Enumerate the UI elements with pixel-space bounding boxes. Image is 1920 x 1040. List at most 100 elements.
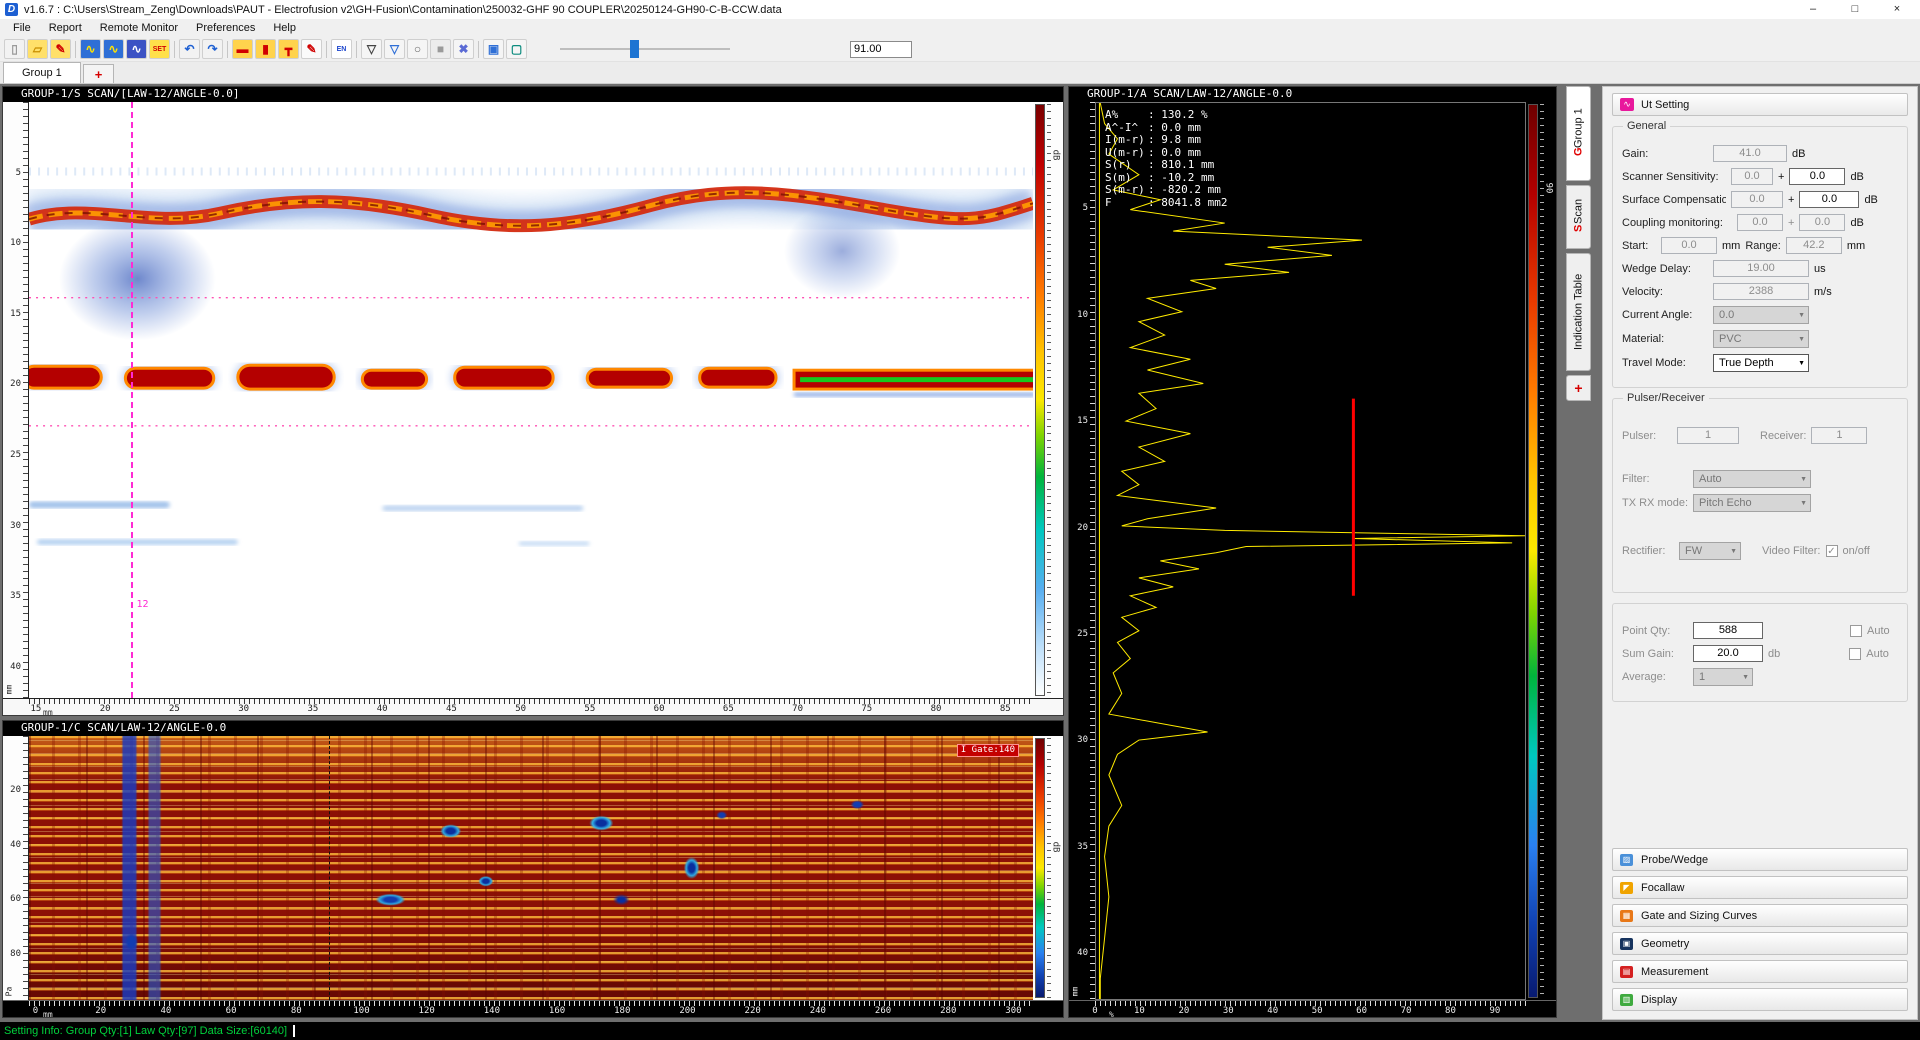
stop-icon[interactable]: ■ [430,39,451,59]
chevron-down-icon: ▼ [1798,312,1805,319]
coupling-monitoring-label: Coupling monitoring: [1622,217,1732,229]
filter-icon[interactable]: ▽ [361,39,382,59]
vtab-scan-label: Scan [1573,199,1585,224]
new-file-icon[interactable]: ▯ [4,39,25,59]
point-qty-label: Point Qty: [1622,625,1688,637]
menu-file[interactable]: File [4,19,40,37]
point-qty-auto-checkbox[interactable] [1850,625,1862,637]
set-icon[interactable]: SET [149,39,170,59]
section-display[interactable]: ▥Display [1612,988,1908,1011]
section-gate-sizing-curves[interactable]: ▦Gate and Sizing Curves [1612,904,1908,927]
report-icon[interactable]: ✎ [50,39,71,59]
redo-icon[interactable]: ↷ [202,39,223,59]
cscan-x-ruler: 0204060801001201401601802002202402602803… [3,1000,1063,1017]
axis-unit: mm [43,1010,53,1019]
select-area-icon[interactable]: ▢ [506,39,527,59]
gate-sizing-curves-icon: ▦ [1620,910,1633,922]
palette-slider[interactable] [560,39,730,59]
chevron-down-icon: ▼ [1798,336,1805,343]
surface-compensation-offset-input[interactable]: 0.0 [1799,191,1859,208]
ascan-plot[interactable]: A%: 130.2 %A^-I^: 0.0 mmI(m-r): 9.8 mmU(… [1095,102,1526,1000]
gate-i-icon[interactable]: ┳ [278,39,299,59]
section-probe-wedge[interactable]: ▨Probe/Wedge [1612,848,1908,871]
vtab-add[interactable]: + [1566,375,1591,401]
section-focallaw[interactable]: ◤Focallaw [1612,876,1908,899]
vtab-group-1[interactable]: G Group 1 [1566,86,1591,181]
ut-setting-header[interactable]: ∿ Ut Setting [1612,93,1908,116]
tick-label: 40 [160,1006,171,1016]
sscan-colorbar: dB [1033,102,1063,698]
filter-edit-icon[interactable]: ▽ [384,39,405,59]
tick-label: 50 [1312,1006,1323,1016]
cscan-header: GROUP-1/C SCAN/LAW-12/ANGLE-0.0 [3,721,1063,736]
sscan-view-icon[interactable]: ∿ [80,39,101,59]
pulser-receiver-groupbox: Pulser/Receiver Pulser: 1 Receiver: 1 Fi… [1612,398,1908,593]
vtab-scan[interactable]: S Scan [1566,185,1591,249]
chevron-down-icon: ▼ [1800,500,1807,507]
section-geometry[interactable]: ▣Geometry [1612,932,1908,955]
sum-gain-input[interactable]: 20.0 [1693,645,1763,662]
vtab-indication-table[interactable]: Indication Table [1566,253,1591,371]
status-caret [293,1025,295,1037]
sum-gain-auto-checkbox[interactable] [1849,648,1861,660]
section-label: Measurement [1641,966,1708,978]
tick-label: 30 [10,521,21,531]
cscan-image[interactable]: I Gate:140 [29,736,1033,1000]
scanner-sensitivity-offset-input[interactable]: 0.0 [1789,168,1845,185]
cscan-colorbar: dB [1033,736,1063,1000]
fit-view-icon[interactable]: ▣ [483,39,504,59]
sscan-image[interactable]: 12 [29,102,1033,698]
cscan-colorbar-label: dB [1050,841,1060,852]
tick-label: 40 [1267,1006,1278,1016]
scanner-sensitivity-label: Scanner Sensitivity: [1622,171,1726,183]
sscan-heatmap [29,102,1033,698]
gate-b-icon[interactable]: ▮ [255,39,276,59]
menu-report[interactable]: Report [40,19,91,37]
txrx-mode-label: TX RX mode: [1622,497,1688,509]
start-input: 0.0 [1661,237,1717,254]
language-icon[interactable]: EN [331,39,352,59]
minimize-icon[interactable]: – [1795,0,1831,19]
tick-label: 15 [31,704,42,714]
cscan-cursor[interactable] [329,736,330,1000]
maximize-icon[interactable]: □ [1837,0,1873,19]
gate-a-icon[interactable]: ▬ [232,39,253,59]
menubar: File Report Remote Monitor Preferences H… [0,19,1920,37]
point-qty-input[interactable]: 588 [1693,622,1763,639]
tab-group-1[interactable]: Group 1 [3,62,81,83]
pulser-input: 1 [1677,427,1739,444]
video-filter-label: Video Filter: [1762,545,1821,557]
range-unit: mm [1847,240,1865,252]
ascan-view-icon[interactable]: ∿ [126,39,147,59]
vtab-indication-label: Indication Table [1573,274,1585,350]
open-file-icon[interactable]: ▱ [27,39,48,59]
tick-label: 30 [1223,1006,1234,1016]
sscan-cursor[interactable]: 12 [131,102,133,698]
ascan-trace-svg [1096,103,1525,999]
sscan-colorbar-gradient [1035,104,1045,696]
plus-sign: + [1778,171,1784,183]
velocity-label: Velocity: [1622,286,1708,298]
undo-icon[interactable]: ↶ [179,39,200,59]
material-select: PVC▼ [1713,330,1809,348]
section-label: Probe/Wedge [1641,854,1708,866]
zoom-icon[interactable]: ○ [407,39,428,59]
menu-help[interactable]: Help [264,19,305,37]
tick-label: 0 [33,1006,38,1016]
plus-sign: + [1788,217,1794,229]
add-group-tab[interactable]: + [83,64,115,83]
close-icon[interactable]: × [1879,0,1915,19]
palette-slider-track [560,48,730,50]
merge-icon[interactable]: ✖ [453,39,474,59]
section-measurement[interactable]: ▤Measurement [1612,960,1908,983]
rectifier-label: Rectifier: [1622,545,1674,557]
menu-remote-monitor[interactable]: Remote Monitor [91,19,187,37]
palette-max-input[interactable] [850,41,912,58]
palette-slider-handle[interactable] [630,40,639,58]
menu-preferences[interactable]: Preferences [187,19,264,37]
chevron-down-icon: ▼ [1800,476,1807,483]
cscan-view-icon[interactable]: ∿ [103,39,124,59]
travel-mode-select[interactable]: True Depth▼ [1713,354,1809,372]
measure-icon[interactable]: ✎ [301,39,322,59]
settings-panel: ∿ Ut Setting General Gain: 41.0 dB Scann… [1602,86,1918,1020]
